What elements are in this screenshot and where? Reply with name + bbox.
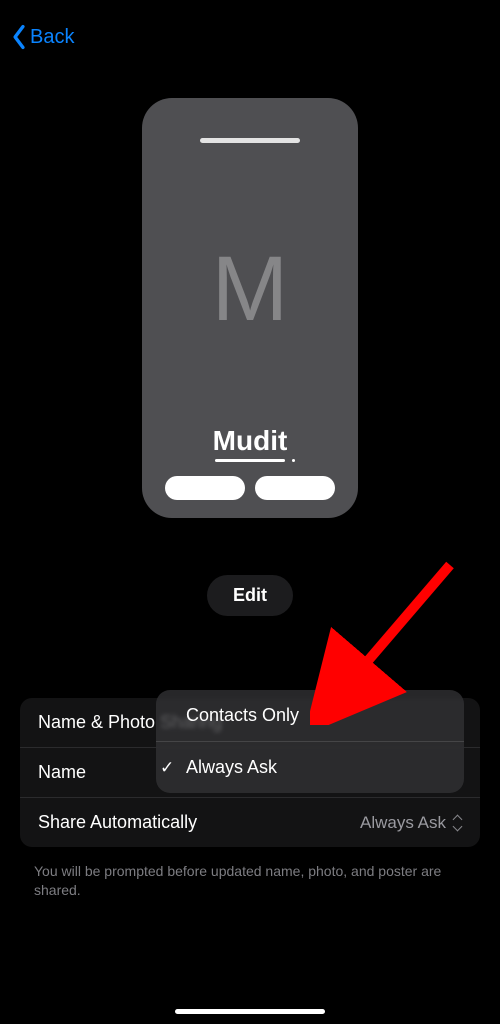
up-down-chevron-icon	[452, 816, 462, 830]
pill-right	[255, 476, 335, 500]
pill-left	[165, 476, 245, 500]
edit-button[interactable]: Edit	[207, 575, 293, 616]
card-top-bar	[200, 138, 300, 143]
back-label: Back	[30, 26, 74, 49]
name-underline	[215, 459, 285, 462]
contact-poster-preview: M Mudit	[142, 98, 358, 518]
chevron-left-icon	[10, 24, 28, 50]
card-action-pills	[165, 476, 335, 500]
edit-button-label: Edit	[233, 585, 267, 605]
contact-name: Mudit	[213, 425, 288, 457]
row-value: Always Ask	[360, 813, 462, 833]
row-share-automatically[interactable]: Share Automatically Always Ask	[20, 798, 480, 847]
home-indicator[interactable]	[175, 1009, 325, 1014]
footer-help-text: You will be prompted before updated name…	[34, 862, 466, 900]
menu-option-always-ask[interactable]: ✓ Always Ask	[156, 742, 464, 793]
back-button[interactable]: Back	[10, 24, 74, 50]
menu-option-label: Always Ask	[186, 757, 277, 778]
row-value-text: Always Ask	[360, 813, 446, 833]
checkmark-icon: ✓	[160, 758, 180, 778]
row-label: Name	[38, 762, 86, 783]
avatar-initial: M	[212, 153, 289, 425]
menu-option-contacts-only[interactable]: ✓ Contacts Only	[156, 690, 464, 742]
row-label: Share Automatically	[38, 812, 197, 833]
menu-option-label: Contacts Only	[186, 705, 299, 726]
share-automatically-menu: ✓ Contacts Only ✓ Always Ask	[156, 690, 464, 793]
